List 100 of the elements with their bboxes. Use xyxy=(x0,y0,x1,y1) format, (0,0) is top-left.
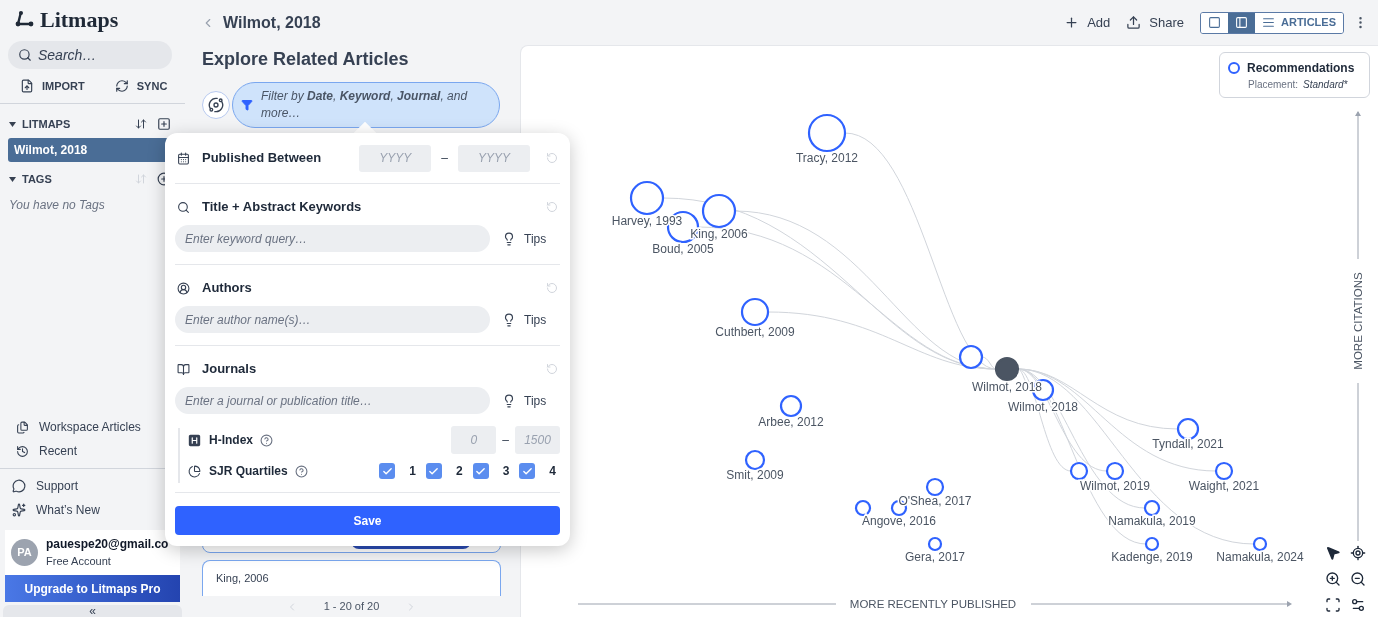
sync-button[interactable]: SYNC xyxy=(114,77,168,95)
scan-icon xyxy=(1325,597,1341,613)
explore-mode-button[interactable] xyxy=(202,91,230,119)
lightbulb-icon xyxy=(502,393,516,408)
logo-text: Litmaps xyxy=(40,5,119,34)
checkbox[interactable] xyxy=(519,463,536,479)
section-title: Title + Abstract Keywords xyxy=(202,198,362,217)
section-title: TAGS xyxy=(22,171,52,187)
node-label: Namakula, 2019 xyxy=(1108,514,1196,528)
article-node[interactable] xyxy=(1069,461,1089,481)
view-option[interactable] xyxy=(1228,12,1255,33)
article-node[interactable] xyxy=(807,113,847,153)
node-label: Gera, 2017 xyxy=(905,550,965,564)
add-button[interactable]: Add xyxy=(1064,12,1111,33)
article-node[interactable] xyxy=(994,356,1020,382)
checkbox[interactable] xyxy=(379,463,396,479)
node-label: Smit, 2009 xyxy=(726,468,784,482)
save-button[interactable]: Save xyxy=(175,506,560,535)
text-lines-icon xyxy=(1262,16,1275,29)
article-node[interactable] xyxy=(1214,461,1234,481)
recommendation-marker-icon xyxy=(1228,61,1240,74)
nav-link[interactable]: Recent xyxy=(0,439,185,463)
node-label: Wilmot, 2018 xyxy=(1008,400,1078,414)
article-node[interactable] xyxy=(1176,417,1200,441)
node-label: Namakula, 2024 xyxy=(1216,550,1304,564)
article-node[interactable] xyxy=(1105,461,1125,481)
max-h-index-field[interactable]: 1500 xyxy=(515,426,560,454)
account-card[interactable]: PA pauespe20@gmail.co Free Account xyxy=(5,530,180,575)
legend-label: Placement: xyxy=(1248,77,1299,92)
upload-icon xyxy=(1126,15,1142,30)
article-node[interactable] xyxy=(744,449,766,471)
checkbox-label: 2 xyxy=(455,463,463,480)
fit-view-button[interactable] xyxy=(1325,597,1341,613)
article-node[interactable] xyxy=(854,499,872,517)
zoom-in-button[interactable] xyxy=(1325,571,1341,587)
share-button[interactable]: Share xyxy=(1126,12,1184,33)
upgrade-button[interactable]: Upgrade to Litmaps Pro xyxy=(5,575,180,602)
checkbox[interactable] xyxy=(425,463,442,479)
tips-button[interactable]: Tips xyxy=(502,229,547,248)
nav-link[interactable]: Workspace Articles xyxy=(0,415,185,439)
search-icon xyxy=(18,48,32,62)
article-node[interactable] xyxy=(1252,536,1268,552)
history-icon xyxy=(16,444,29,458)
article-node[interactable] xyxy=(958,344,984,370)
article-node[interactable] xyxy=(740,297,770,327)
node-label: Boud, 2005 xyxy=(652,242,714,256)
axis-label: MORE CITATIONS xyxy=(1352,272,1364,370)
reset-icon xyxy=(546,363,558,375)
year-from-field[interactable]: YYYY xyxy=(359,144,432,172)
collapse-triangle-icon[interactable] xyxy=(9,121,16,127)
article-node[interactable] xyxy=(1144,536,1160,552)
legend-title: Recommendations xyxy=(1247,59,1355,77)
node-label: Tyndall, 2021 xyxy=(1152,437,1224,451)
article-node[interactable] xyxy=(779,394,803,418)
node-label: Arbee, 2012 xyxy=(758,415,824,429)
text-field[interactable]: Enter a journal or publication title… xyxy=(175,387,490,414)
select-tool-button[interactable] xyxy=(1325,545,1341,561)
nav-link[interactable]: Support xyxy=(0,474,185,498)
help-icon xyxy=(294,464,308,478)
help-icon xyxy=(260,433,273,447)
view-option[interactable]: ARTICLES xyxy=(1255,12,1343,33)
book-icon xyxy=(177,362,190,376)
reset-icon xyxy=(546,201,558,213)
logo-icon xyxy=(15,11,34,27)
tips-button[interactable]: Tips xyxy=(502,391,547,410)
min-h-index-field[interactable]: 0 xyxy=(451,426,497,454)
layout-settings-button[interactable] xyxy=(1350,597,1366,613)
tips-button[interactable]: Tips xyxy=(502,310,547,329)
year-to-field[interactable]: YYYY xyxy=(457,144,530,172)
lightbulb-icon xyxy=(502,312,516,327)
add-square-icon xyxy=(157,117,171,131)
crosshair-icon xyxy=(1350,545,1366,561)
article-node[interactable] xyxy=(1143,499,1161,517)
file-upload-icon xyxy=(20,79,34,93)
article-node[interactable] xyxy=(629,180,665,216)
locate-button[interactable] xyxy=(1350,545,1366,561)
collapse-triangle-icon[interactable] xyxy=(9,176,16,182)
filter-button[interactable]: Filter by Date, Keyword, Journal, and more… xyxy=(232,82,500,128)
zoom-out-button[interactable] xyxy=(1350,571,1366,587)
article-node[interactable] xyxy=(927,536,943,552)
text-field[interactable]: Enter author name(s)… xyxy=(175,306,490,333)
calendar-icon xyxy=(177,151,190,165)
node-label: Tracy, 2012 xyxy=(796,151,858,165)
view-option[interactable] xyxy=(1201,12,1228,33)
reset-icon xyxy=(546,152,558,164)
search-field[interactable]: Search… xyxy=(8,41,172,69)
files-icon xyxy=(16,420,29,434)
panel-icon xyxy=(1235,16,1248,29)
page-title: Wilmot, 2018 xyxy=(223,12,321,33)
checkbox[interactable] xyxy=(472,463,489,479)
section-title: LITMAPS xyxy=(22,116,71,132)
article-node[interactable] xyxy=(701,193,737,229)
account-email: pauespe20@gmail.co xyxy=(46,536,169,554)
import-button[interactable]: IMPORT xyxy=(20,77,85,95)
avatar: PA xyxy=(11,539,38,566)
article-card[interactable]: King, 2006 xyxy=(202,560,501,596)
article-node[interactable] xyxy=(925,477,945,497)
text-field[interactable]: Enter keyword query… xyxy=(175,225,490,252)
chat-bubble-icon xyxy=(12,479,26,493)
collapse-sidebar-button[interactable]: « xyxy=(3,605,182,617)
